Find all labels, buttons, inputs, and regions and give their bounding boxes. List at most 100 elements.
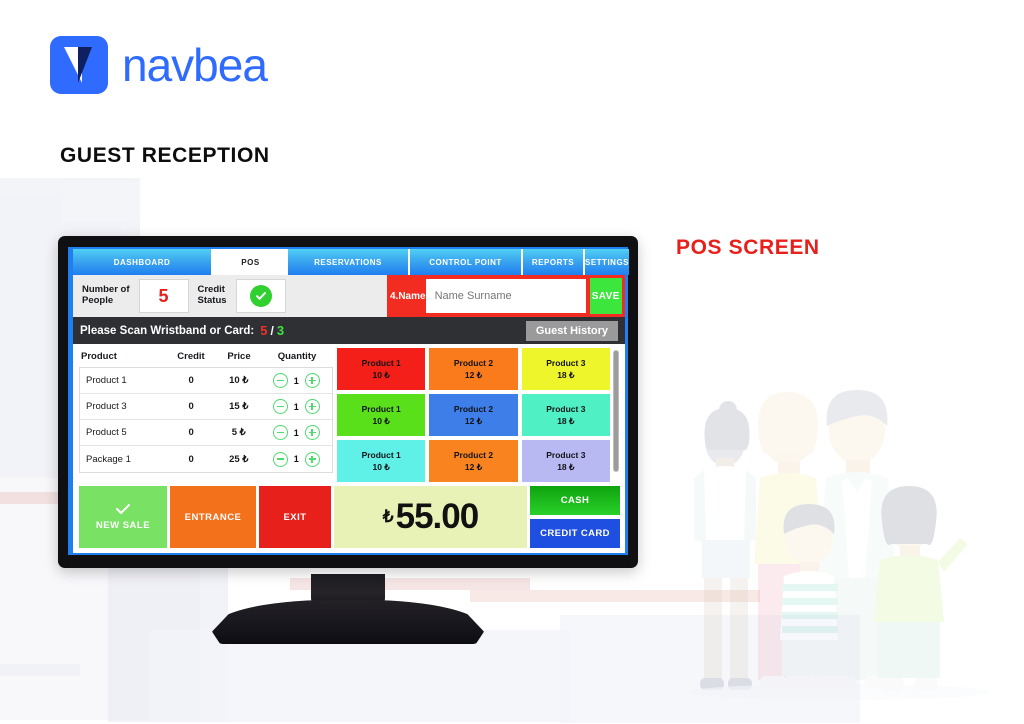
scan-separator: / [270, 323, 274, 338]
remaining-count: 3 [276, 323, 285, 338]
payment-buttons: CASH CREDIT CARD [530, 486, 620, 548]
quantity-stepper: 1 [263, 451, 330, 467]
plus-circle-icon[interactable] [304, 425, 320, 440]
plus-circle-icon[interactable] [304, 451, 320, 467]
minus-circle-icon[interactable] [272, 451, 288, 467]
cart-cell-credit: 0 [188, 427, 194, 438]
product-tile-name: Product 3 [546, 449, 586, 460]
cart-cell-product: Package 1 [86, 453, 131, 465]
toprow-spacer [285, 275, 387, 317]
minus-circle-icon[interactable] [272, 425, 288, 440]
cart-cell-product: Product 3 [86, 401, 127, 412]
tab-label: RESERVATIONS [314, 257, 382, 267]
monitor-stand-base [212, 600, 484, 644]
cart-cell-price: 5 ₺ [231, 427, 246, 438]
product-tile-price: 10 ₺ [372, 416, 390, 426]
product-tile-name: Product 2 [453, 449, 494, 460]
navbea-arrow-logo-icon [50, 36, 108, 94]
tab-label: POS [241, 257, 260, 267]
entrance-button[interactable]: ENTRANCE [170, 486, 256, 548]
cart-cell-product: Product 5 [86, 427, 127, 438]
brand-name: navbea [122, 39, 268, 91]
monitor-mockup: DASHBOARD POS RESERVATIONS CONTROL POINT… [58, 236, 638, 644]
tab-label: CONTROL POINT [429, 257, 502, 267]
cart-cell-credit: 0 [188, 453, 194, 465]
tab-settings[interactable]: SETTINGS [585, 249, 630, 275]
product-tile[interactable]: Product 2 12 ₺ [429, 348, 518, 390]
tab-reservations[interactable]: RESERVATIONS [288, 249, 410, 275]
cash-button[interactable]: CASH [530, 486, 620, 515]
product-tile-name: Product 2 [453, 403, 494, 414]
tab-pos[interactable]: POS [213, 249, 288, 275]
people-count-value[interactable]: 5 [138, 279, 189, 313]
tab-label: REPORTS [531, 257, 575, 267]
product-grid-scrollbar[interactable] [613, 348, 620, 482]
cart-cell-price: 10 ₺ [229, 375, 249, 386]
action-bar: NEW SALE ENTRANCE EXIT ₺ 55.00 CASH CRED [73, 482, 625, 553]
cart-cell-credit: 0 [188, 375, 194, 386]
tab-dashboard[interactable]: DASHBOARD [73, 249, 213, 275]
credit-label-line2: Status [197, 295, 227, 306]
quantity-value: 1 [293, 427, 299, 438]
entrance-label: ENTRANCE [184, 511, 242, 523]
exit-button[interactable]: EXIT [259, 486, 331, 548]
plus-circle-icon[interactable] [304, 373, 320, 388]
product-tile-price: 12 ₺ [464, 462, 483, 472]
product-tile-price: 18 ₺ [557, 370, 575, 380]
total-display: ₺ 55.00 [334, 486, 527, 548]
product-tile-name: Product 1 [361, 403, 401, 414]
scrollbar-thumb[interactable] [613, 350, 619, 472]
product-tile-price: 10 ₺ [372, 462, 390, 472]
quantity-value: 1 [293, 454, 299, 464]
guest-name-panel: 4.Name SAVE [387, 275, 625, 317]
guest-info-bar: Number of People 5 Credit Status 4.Name … [73, 275, 625, 317]
tab-reports[interactable]: REPORTS [523, 249, 585, 275]
product-tile[interactable]: Product 1 10 ₺ [337, 394, 426, 436]
cart-panel: Product Credit Price Quantity Product 1 … [79, 348, 333, 482]
check-circle-icon [249, 285, 272, 307]
screen-border: DASHBOARD POS RESERVATIONS CONTROL POINT… [68, 247, 630, 555]
bg-stripe [0, 664, 80, 676]
check-icon [116, 503, 130, 517]
table-row[interactable]: Package 1 0 25 ₺ 1 [80, 446, 332, 472]
pos-screen-callout: POS SCREEN [676, 236, 820, 259]
quantity-value: 1 [293, 401, 299, 412]
cart-header-row: Product Credit Price Quantity [79, 348, 333, 367]
quantity-stepper: 1 [263, 399, 330, 414]
cart-col-price: Price [227, 351, 251, 362]
guest-name-input[interactable] [425, 279, 586, 313]
total-currency-symbol: ₺ [382, 507, 394, 526]
table-row[interactable]: Product 1 0 10 ₺ 1 [80, 368, 332, 394]
new-sale-button[interactable]: NEW SALE [79, 486, 167, 548]
table-row[interactable]: Product 3 0 15 ₺ 1 [80, 394, 332, 420]
guest-history-button[interactable]: Guest History [525, 320, 618, 341]
product-tile[interactable]: Product 3 18 ₺ [521, 348, 610, 390]
plus-circle-icon[interactable] [304, 399, 320, 414]
product-tile-name: Product 2 [453, 357, 494, 368]
minus-circle-icon[interactable] [272, 399, 288, 414]
scan-prompt-bar: Please Scan Wristband or Card: 5 / 3 Gue… [73, 317, 625, 344]
product-tile-name: Product 3 [546, 357, 586, 368]
tab-control-point[interactable]: CONTROL POINT [410, 249, 523, 275]
scanned-count: 5 [260, 323, 268, 338]
product-tile-price: 10 ₺ [372, 370, 390, 380]
cart-cell-price: 25 ₺ [229, 453, 249, 465]
table-row[interactable]: Product 5 0 5 ₺ 1 [80, 420, 332, 446]
product-tile[interactable]: Product 2 12 ₺ [429, 394, 518, 436]
product-tile-name: Product 3 [546, 403, 586, 414]
credit-card-button[interactable]: CREDIT CARD [530, 519, 620, 548]
nav-tabs: DASHBOARD POS RESERVATIONS CONTROL POINT… [73, 249, 630, 275]
cart-col-quantity: Quantity [277, 351, 317, 362]
product-tile[interactable]: Product 1 10 ₺ [337, 440, 426, 482]
save-button[interactable]: SAVE [589, 278, 622, 314]
minus-circle-icon[interactable] [272, 373, 288, 388]
product-tile[interactable]: Product 2 12 ₺ [429, 440, 518, 482]
product-tile-price: 12 ₺ [464, 416, 483, 426]
product-tile[interactable]: Product 3 18 ₺ [521, 394, 610, 436]
product-tile[interactable]: Product 3 18 ₺ [521, 440, 610, 482]
credit-status-label: Credit Status [189, 275, 236, 317]
product-grid-wrap: Product 1 10 ₺ Product 2 12 ₺ Product 3 … [337, 348, 620, 482]
monitor-bezel: DASHBOARD POS RESERVATIONS CONTROL POINT… [58, 236, 638, 568]
product-tile[interactable]: Product 1 10 ₺ [337, 348, 426, 390]
cart-cell-product: Product 1 [86, 375, 127, 386]
